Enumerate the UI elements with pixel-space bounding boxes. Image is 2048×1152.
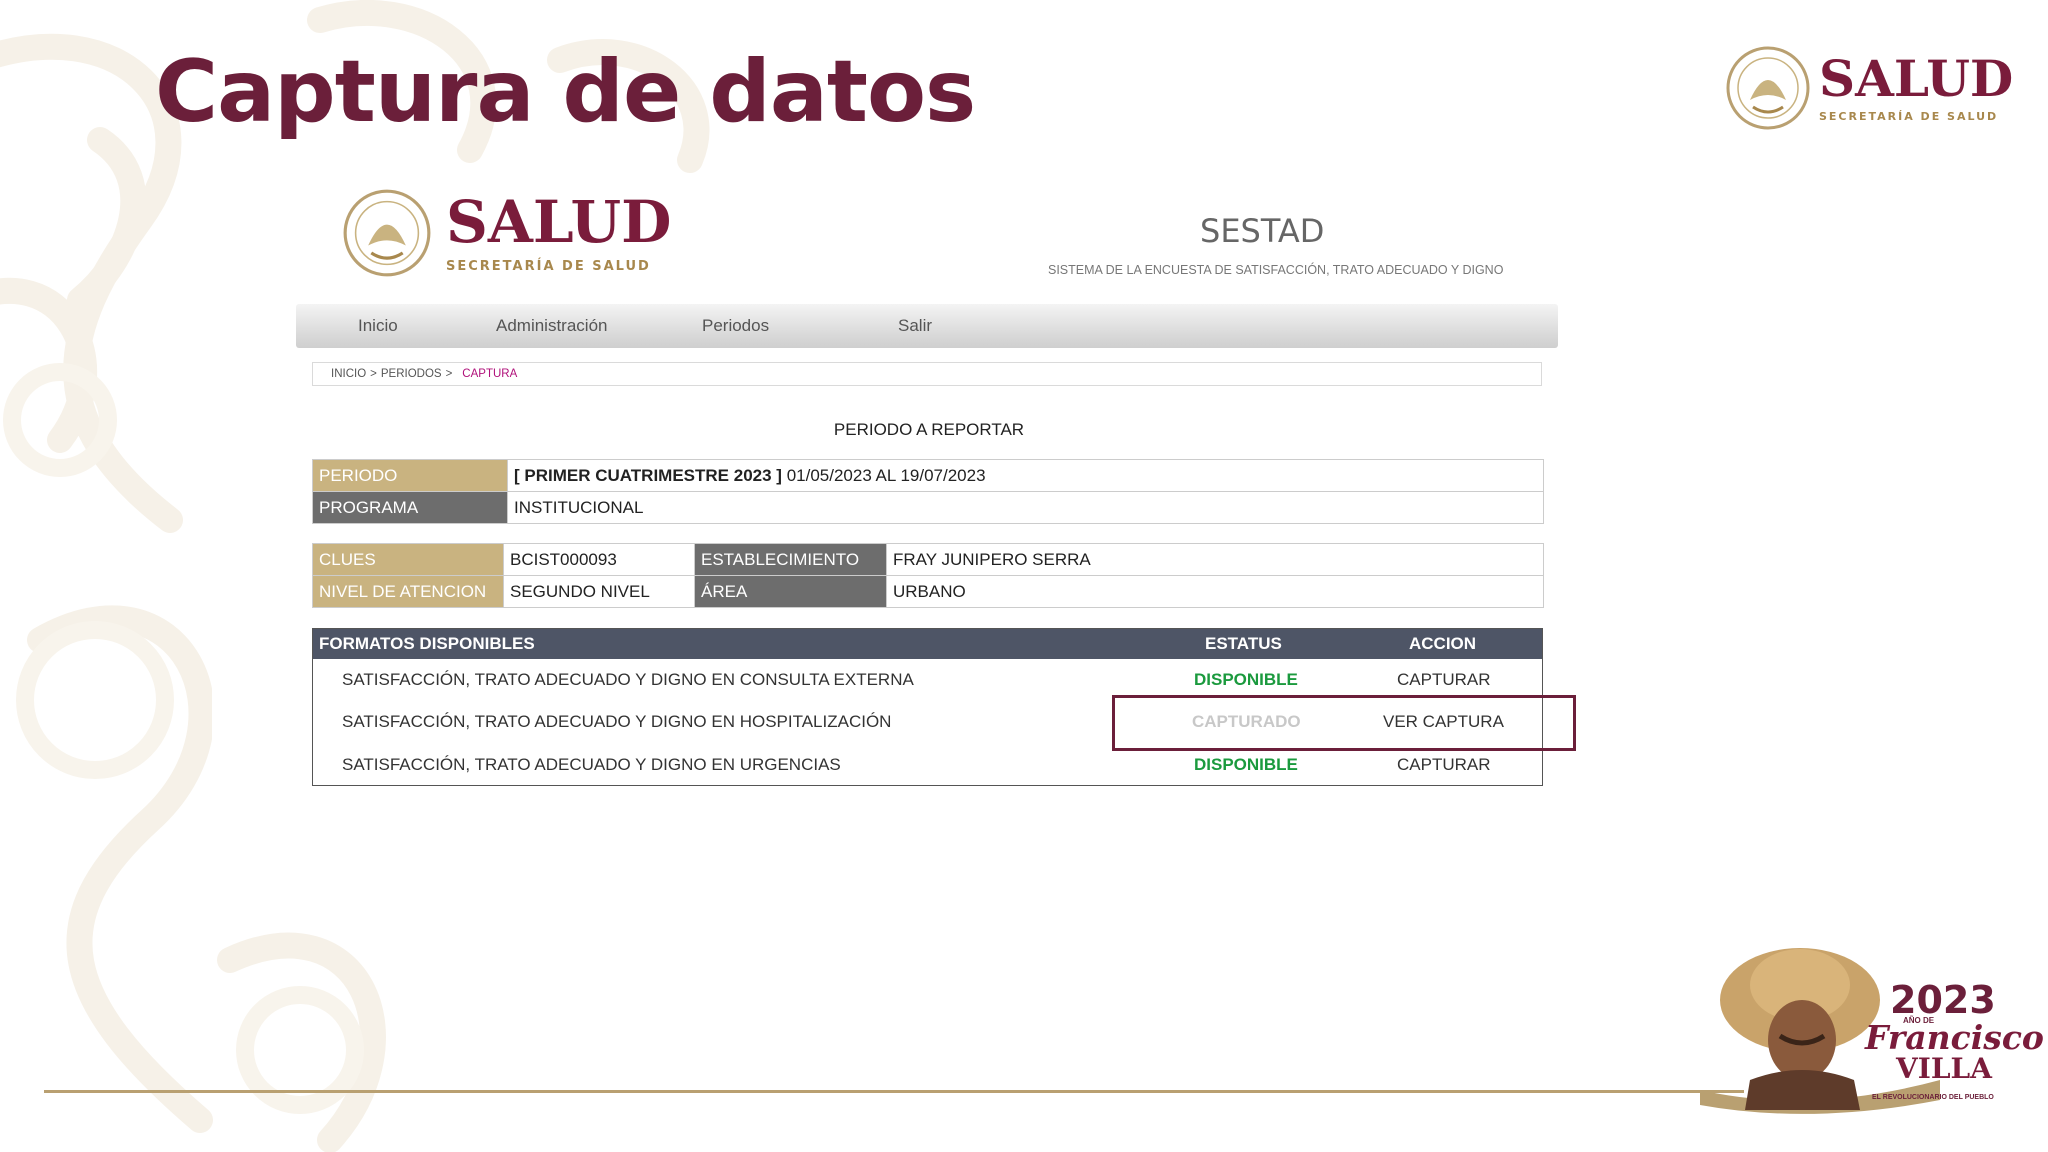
periodo-label: PERIODO <box>313 460 508 492</box>
format-name: SATISFACCIÓN, TRATO ADECUADO Y DIGNO EN … <box>342 755 841 774</box>
area-label: ÁREA <box>695 576 887 608</box>
programa-label: PROGRAMA <box>313 492 508 524</box>
capturar-link[interactable]: CAPTURAR <box>1397 670 1491 690</box>
header-formatos: FORMATOS DISPONIBLES <box>319 634 535 653</box>
system-description: SISTEMA DE LA ENCUESTA DE SATISFACCIÓN, … <box>1048 263 1504 277</box>
nav-salir[interactable]: Salir <box>898 316 932 336</box>
nav-periodos[interactable]: Periodos <box>702 316 769 336</box>
area-value: URBANO <box>887 576 1544 608</box>
nav-administracion[interactable]: Administración <box>496 316 608 336</box>
breadcrumb-separator: > <box>445 368 453 380</box>
breadcrumb-current: CAPTURA <box>462 368 518 380</box>
highlight-box <box>1112 695 1576 751</box>
brand-word: SALUD <box>1819 48 2014 108</box>
commemorative-last-name: VILLA <box>1896 1052 1992 1085</box>
system-name: SESTAD <box>1200 212 1325 250</box>
section-title: PERIODO A REPORTAR <box>833 420 1025 439</box>
programa-value: INSTITUCIONAL <box>508 492 1544 524</box>
table-row: SATISFACCIÓN, TRATO ADECUADO Y DIGNO EN … <box>313 745 1542 787</box>
establecimiento-label: ESTABLECIMIENTO <box>695 544 887 576</box>
slide-title: Captura de datos <box>155 42 976 142</box>
capturar-link[interactable]: CAPTURAR <box>1397 755 1491 775</box>
breadcrumb-separator: > <box>370 368 377 380</box>
footer-divider <box>44 1090 1744 1093</box>
clues-label: CLUES <box>313 544 504 576</box>
format-name: SATISFACCIÓN, TRATO ADECUADO Y DIGNO EN … <box>342 670 914 689</box>
coat-of-arms-icon <box>1726 46 1810 130</box>
nivel-value: SEGUNDO NIVEL <box>504 576 695 608</box>
commemorative-tagline: EL REVOLUCIONARIO DEL PUEBLO <box>1872 1094 1994 1101</box>
format-name: SATISFACCIÓN, TRATO ADECUADO Y DIGNO EN … <box>342 712 892 731</box>
brand-subtitle: SECRETARÍA DE SALUD <box>1819 109 1999 123</box>
header-accion: ACCION <box>1409 634 1477 653</box>
establecimiento-value: FRAY JUNIPERO SERRA <box>887 544 1544 576</box>
status-badge: DISPONIBLE <box>1194 670 1298 689</box>
clues-value: BCIST000093 <box>504 544 695 576</box>
facility-table: CLUES BCIST000093 ESTABLECIMIENTO FRAY J… <box>312 543 1544 608</box>
nivel-label: NIVEL DE ATENCION <box>313 576 504 608</box>
breadcrumb-periodos[interactable]: PERIODOS <box>381 368 442 380</box>
nav-inicio[interactable]: Inicio <box>358 316 398 336</box>
status-badge: DISPONIBLE <box>1194 755 1298 774</box>
brand-word: SALUD <box>446 187 672 256</box>
period-table: PERIODO [ PRIMER CUATRIMESTRE 2023 ] 01/… <box>312 459 1544 524</box>
periodo-name: [ PRIMER CUATRIMESTRE 2023 ] <box>514 466 782 485</box>
brand-subtitle: SECRETARÍA DE SALUD <box>446 258 651 274</box>
periodo-range: 01/05/2023 AL 19/07/2023 <box>786 466 986 485</box>
formats-header: FORMATOS DISPONIBLES ESTATUS ACCION <box>313 629 1542 659</box>
salud-logo: SALUD SECRETARÍA DE SALUD <box>1725 45 2013 131</box>
breadcrumb: INICIO > PERIODOS > CAPTURA <box>312 362 1542 386</box>
breadcrumb-inicio[interactable]: INICIO <box>331 368 366 380</box>
app-salud-logo: SALUD SECRETARÍA DE SALUD <box>342 188 671 278</box>
header-estatus: ESTATUS <box>1205 634 1282 653</box>
coat-of-arms-icon <box>343 189 431 277</box>
periodo-value: [ PRIMER CUATRIMESTRE 2023 ] 01/05/2023 … <box>508 460 1544 492</box>
nav-bar: Inicio Administración Periodos Salir <box>296 304 1558 348</box>
